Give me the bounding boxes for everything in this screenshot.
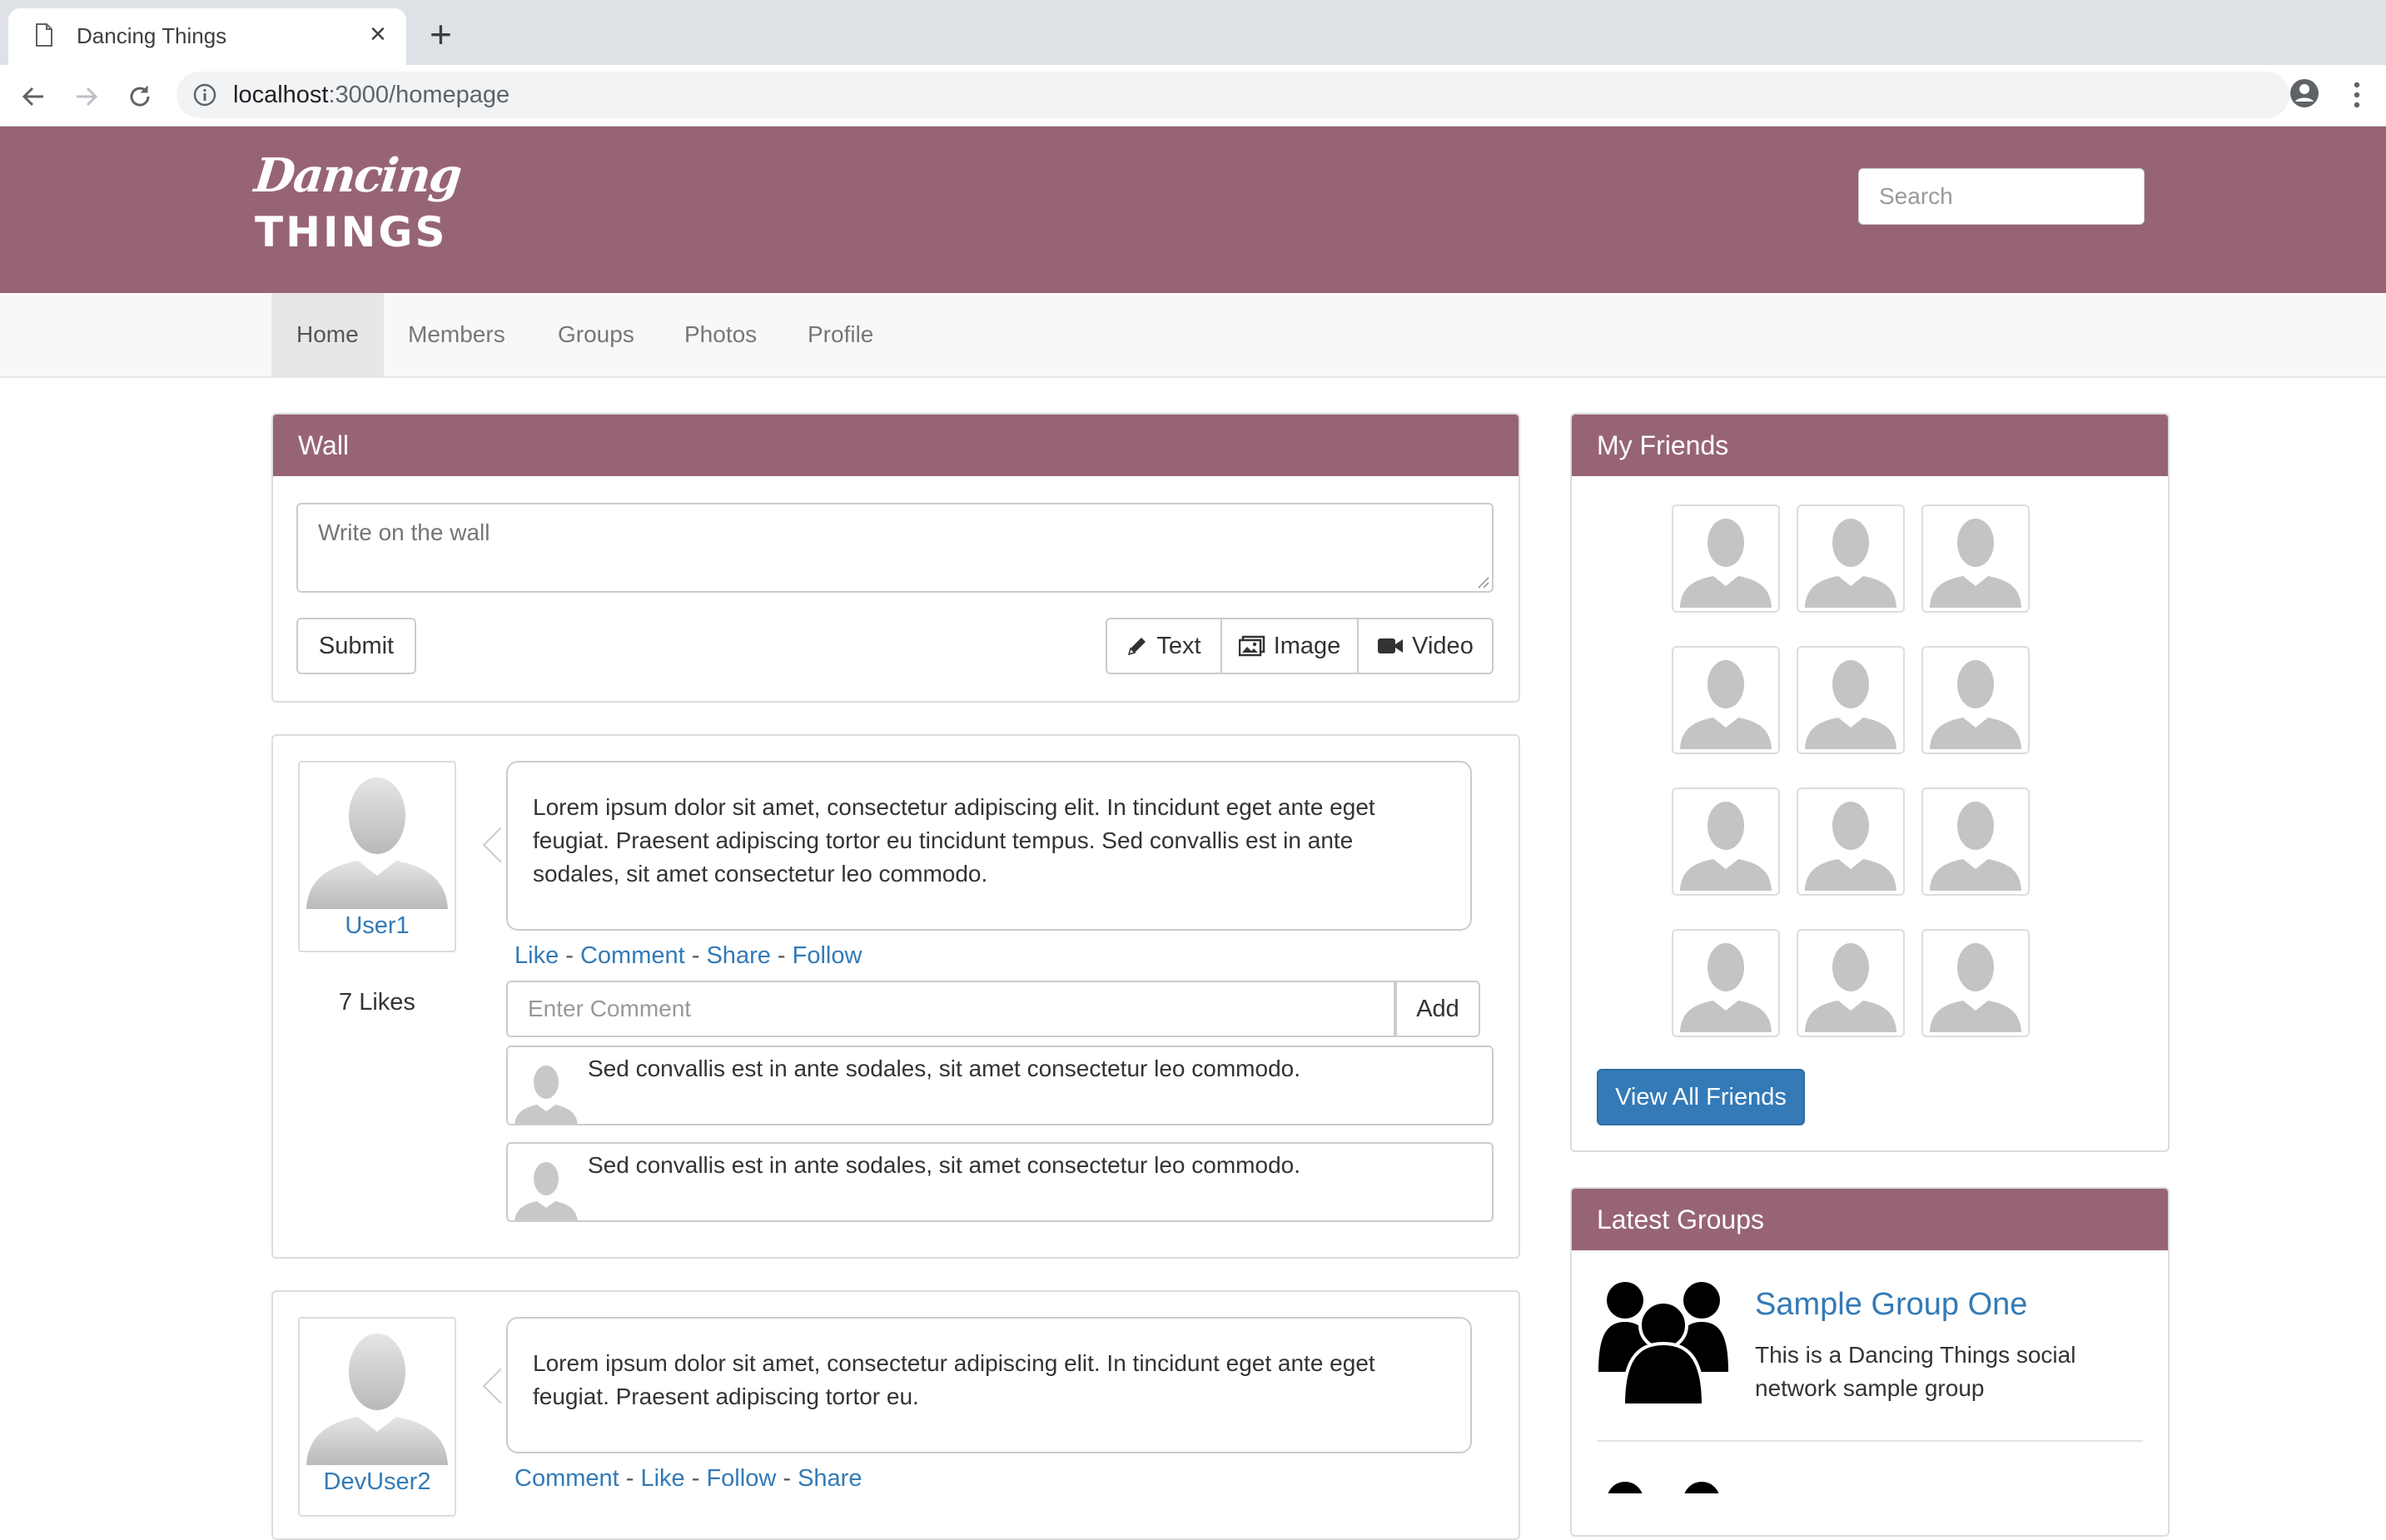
tab-title: Dancing Things [77, 23, 227, 48]
image-type-button[interactable]: Image [1220, 619, 1357, 673]
profile-avatar-icon[interactable] [2288, 77, 2321, 110]
likes-count: 7 Likes [339, 989, 415, 1016]
follow-link[interactable]: Follow [793, 942, 862, 969]
group-name-link[interactable]: Sample Group One [1755, 1287, 2027, 1323]
friend-thumbnail[interactable] [1672, 929, 1780, 1037]
default-avatar-icon [514, 1162, 578, 1220]
main-navbar: Home Members Groups Photos Profile [0, 293, 2386, 378]
groups-title: Latest Groups [1572, 1189, 2168, 1250]
default-avatar-icon [1680, 519, 1772, 608]
friend-thumbnail[interactable] [1797, 504, 1905, 613]
comment-item: Sed convallis est in ante sodales, sit a… [506, 1142, 1494, 1222]
document-icon [36, 23, 52, 47]
friend-thumbnail[interactable] [1921, 787, 2030, 896]
view-all-friends-button[interactable]: View All Friends [1597, 1069, 1805, 1125]
friend-thumbnail[interactable] [1672, 787, 1780, 896]
browser-toolbar: localhost:3000/homepage [0, 65, 2386, 127]
nav-photos[interactable]: Photos [659, 293, 782, 376]
kebab-menu-icon[interactable] [2344, 80, 2369, 110]
wall-title: Wall [273, 415, 1519, 476]
friends-title: My Friends [1572, 415, 2168, 476]
friend-thumbnail[interactable] [1797, 787, 1905, 896]
default-avatar-icon [1930, 943, 2021, 1032]
friend-thumbnail[interactable] [1797, 929, 1905, 1037]
comment-text: Sed convallis est in ante sodales, sit a… [588, 1056, 1300, 1081]
default-avatar-icon [1930, 519, 2021, 608]
text-type-button[interactable]: Text [1107, 619, 1220, 673]
site-logo[interactable]: Dancing THINGS [252, 148, 464, 258]
post-actions: Comment - Like - Follow - Share [514, 1465, 862, 1492]
add-comment-button[interactable]: Add [1395, 981, 1480, 1037]
default-avatar-icon [1680, 802, 1772, 891]
default-avatar-icon [1805, 519, 1896, 608]
default-avatar-icon [1930, 660, 2021, 749]
follow-link[interactable]: Follow [706, 1465, 776, 1492]
default-avatar-icon [1805, 802, 1896, 891]
friend-thumbnail[interactable] [1672, 504, 1780, 613]
pencil-icon [1128, 638, 1146, 656]
post-body: Lorem ipsum dolor sit amet, consectetur … [506, 1317, 1472, 1453]
default-avatar-icon [1805, 660, 1896, 749]
users-group-icon [1608, 1482, 1719, 1493]
browser-tab[interactable]: Dancing Things × [8, 8, 406, 65]
post-author-link[interactable]: DevUser2 [298, 1468, 456, 1496]
address-bar[interactable]: localhost:3000/homepage [176, 72, 2289, 118]
group-divider [1597, 1440, 2143, 1442]
close-tab-icon[interactable]: × [370, 20, 386, 48]
new-tab-icon[interactable]: + [430, 15, 452, 53]
comment-input[interactable] [506, 981, 1395, 1037]
default-avatar-icon [306, 1334, 448, 1465]
comment-item: Sed convallis est in ante sodales, sit a… [506, 1046, 1494, 1125]
reload-icon[interactable] [122, 78, 158, 115]
share-link[interactable]: Share [706, 942, 770, 969]
forward-arrow-icon[interactable] [68, 78, 105, 115]
group-description: This is a Dancing Things social network … [1755, 1342, 2076, 1401]
comment-text: Sed convallis est in ante sodales, sit a… [588, 1152, 1300, 1178]
comment-link[interactable]: Comment [580, 942, 685, 969]
back-arrow-icon[interactable] [15, 78, 52, 115]
post-author-link[interactable]: User1 [298, 912, 456, 940]
info-icon[interactable] [193, 83, 216, 107]
post-actions: Like - Comment - Share - Follow [514, 942, 862, 969]
friend-thumbnail[interactable] [1921, 504, 2030, 613]
default-avatar-icon [1805, 943, 1896, 1032]
friend-thumbnail[interactable] [1797, 646, 1905, 754]
resize-handle-icon[interactable] [1477, 576, 1490, 589]
video-type-button[interactable]: Video [1357, 619, 1492, 673]
friend-thumbnail[interactable] [1672, 646, 1780, 754]
default-avatar-icon [306, 777, 448, 909]
tab-strip: Dancing Things × + [0, 0, 2386, 65]
users-group-icon [1598, 1282, 1728, 1405]
nav-home[interactable]: Home [271, 293, 384, 376]
like-link[interactable]: Like [514, 942, 559, 969]
friend-thumbnail[interactable] [1921, 646, 2030, 754]
default-avatar-icon [1680, 660, 1772, 749]
nav-groups[interactable]: Groups [533, 293, 659, 376]
like-link[interactable]: Like [640, 1465, 684, 1492]
post-type-button-group: Text Image Video [1106, 618, 1494, 674]
default-avatar-icon [1930, 802, 2021, 891]
search-input[interactable] [1858, 168, 2145, 225]
comment-link[interactable]: Comment [514, 1465, 619, 1492]
friend-thumbnail[interactable] [1921, 929, 2030, 1037]
nav-members[interactable]: Members [383, 293, 530, 376]
url-text: localhost:3000/homepage [233, 82, 510, 108]
default-avatar-icon [514, 1066, 578, 1124]
image-icon [1238, 635, 1265, 657]
post-body: Lorem ipsum dolor sit amet, consectetur … [506, 761, 1472, 931]
submit-button[interactable]: Submit [296, 618, 416, 674]
default-avatar-icon [1680, 943, 1772, 1032]
video-camera-icon [1378, 638, 1404, 653]
browser-chrome: Dancing Things × + localhost:3000/homepa… [0, 0, 2386, 127]
wall-post-input[interactable] [296, 503, 1494, 593]
nav-profile[interactable]: Profile [783, 293, 898, 376]
share-link[interactable]: Share [798, 1465, 862, 1492]
